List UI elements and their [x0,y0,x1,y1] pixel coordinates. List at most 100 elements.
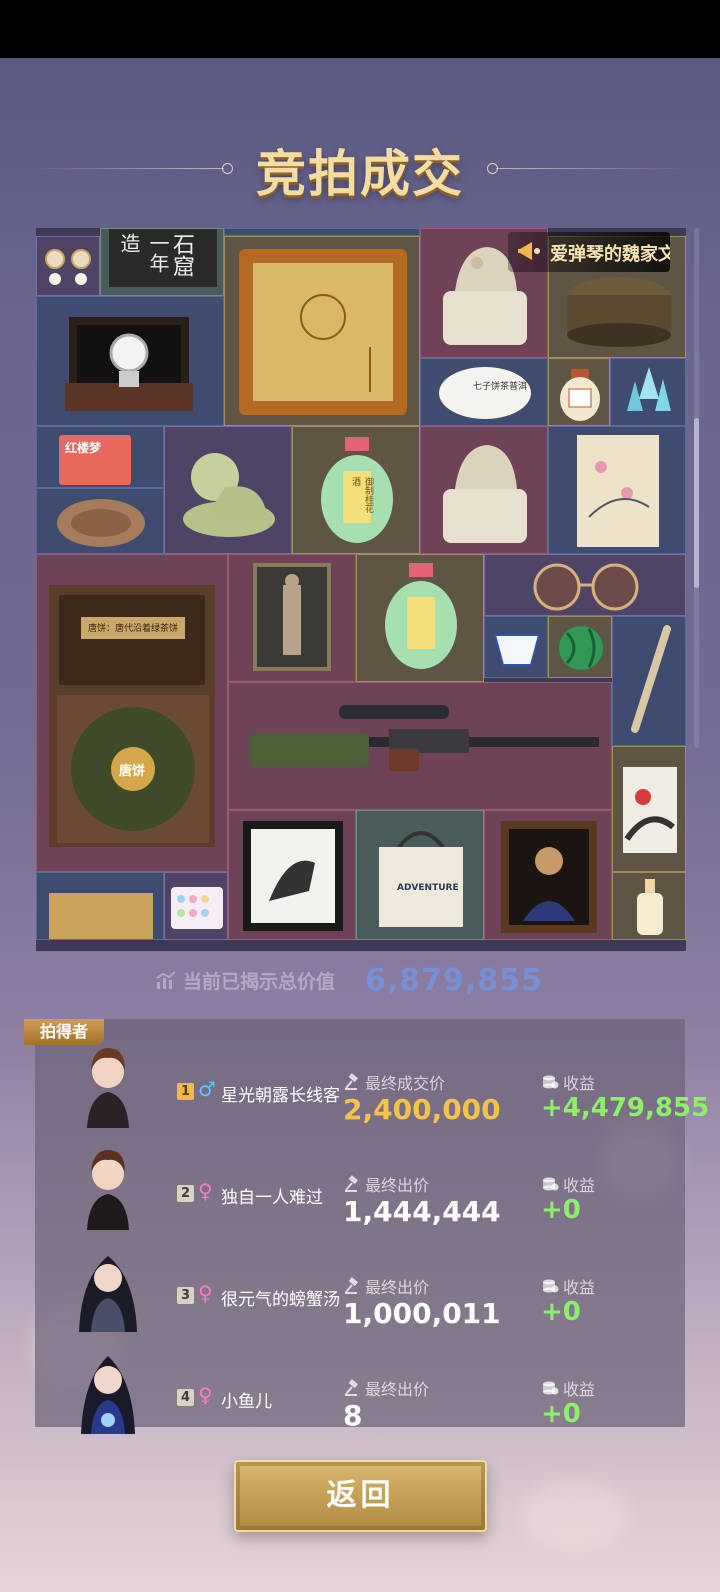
bidder-name: 星光朝露长线客 [221,1086,340,1106]
item-court-scroll[interactable] [36,872,164,940]
horse-painting-icon [243,821,343,931]
item-tote-bag[interactable]: ADVENTURE [356,810,484,940]
final-price: 8 [343,1399,363,1432]
gain-label: 收益 [541,1376,595,1400]
earrings-icon [45,249,91,285]
price-label: 最终出价 [343,1172,429,1196]
coins-icon [543,1381,559,1395]
gain-label: 收益 [541,1274,595,1298]
statue-frame-icon [253,563,331,671]
item-horse-painting[interactable] [228,810,356,940]
gain-label-text: 收益 [563,1074,596,1093]
tote-bag-icon [379,831,463,927]
item-stone-inscription[interactable]: 一年造 石窟 [100,228,224,296]
item-sniper-rifle[interactable] [228,682,612,810]
item-landscape-scroll[interactable] [612,746,686,872]
item-luxury-watch[interactable] [36,296,224,426]
item-statue-painting[interactable] [228,554,356,682]
page-title: 竞拍成交 [256,144,464,203]
gain-label-text: 收益 [563,1176,596,1195]
tote-label: ADVENTURE [397,883,459,893]
final-price: 2,400,000 [343,1093,501,1126]
total-value-amount: 6,879,855 [365,962,543,998]
gain-value: +0 [541,1297,581,1327]
item-liquor-bottle[interactable] [612,872,686,940]
bidder-row[interactable]: 1 ♂ 星光朝露长线客 最终成交价 2,400,000 收益 +4,479,85… [35,1028,709,1128]
item-ceramic-jar[interactable] [548,358,610,426]
item-comic-box[interactable]: 红楼梦 [36,426,164,488]
sunglasses-icon [533,563,639,611]
avatar [81,1356,135,1434]
item-portrait-painting[interactable] [484,810,612,940]
gain-value: +0 [541,1399,581,1429]
item-earrings[interactable] [36,236,100,296]
avatar [87,1048,129,1128]
gain-value: +4,479,855 [541,1093,710,1123]
gender-female-icon: ♀ [198,1179,213,1203]
coins-icon [543,1279,559,1293]
gavel-icon [345,1073,358,1090]
fossil-icon [57,499,145,547]
item-jade-dragon-seal-2[interactable] [420,426,548,554]
bokeh-light [520,1480,630,1550]
grid-scroll-thumb[interactable] [694,418,699,588]
grid-scrollbar[interactable] [694,228,699,748]
bottle-icon [637,879,663,935]
bidder-row[interactable]: 2 ♀ 独自一人难过 最终出价 1,444,444 收益 +0 [35,1130,685,1230]
item-jade-watermelon[interactable] [548,616,612,678]
tea-disc-label: 七子饼茶普洱 [473,382,528,392]
jade-lion-icon [183,453,275,537]
item-osmanthus-wine-2[interactable] [356,554,484,682]
bidder-name: 很元气的螃蟹汤 [221,1290,340,1310]
bidder-row[interactable]: 3 ♀ 很元气的螃蟹汤 最终出价 1,000,011 收益 +0 [35,1232,685,1332]
item-crystal[interactable] [610,358,686,426]
price-label-text: 最终出价 [365,1176,430,1195]
total-value-row: 当前已揭示总价值 6,879,855 [155,960,543,1000]
item-jade-lion[interactable] [164,426,292,554]
item-puer-tea-disc[interactable]: 七子饼茶普洱 [420,358,548,426]
tea-cake-label: 唐饼 [119,764,146,779]
gain-label-text: 收益 [563,1278,596,1297]
total-value-label: 当前已揭示总价值 [183,970,336,993]
scroll-painting-icon [623,767,677,853]
price-label: 最终出价 [343,1376,429,1400]
item-press-on-nails[interactable] [164,872,228,940]
auction-item-grid[interactable]: 一年造 石窟 七子饼茶普洱 红楼梦 御制桂花酒 唐饼：唐代沿着绿茶饼 唐饼 AD… [36,228,686,951]
wine-jar-icon [385,563,457,669]
title-area: 竞拍成交 [0,128,720,208]
scroll-icon [49,893,153,939]
return-button[interactable]: 返回 [234,1460,487,1532]
crystal-icon [627,367,671,411]
item-osmanthus-wine[interactable]: 御制桂花酒 [292,426,420,554]
rifle-icon [249,705,599,771]
gavel-icon [345,1175,358,1192]
inscription-right-text: 石窟 [169,233,194,277]
gain-label: 收益 [541,1070,595,1094]
bidder-row[interactable]: 4 ♀ 小鱼儿 最终出价 8 收益 +0 [35,1334,685,1434]
jar-icon [560,369,600,421]
flute-icon [631,625,671,733]
title-divider-right [496,168,686,169]
item-cell-partial[interactable] [224,228,420,236]
comic-box-label: 红楼梦 [65,441,102,455]
status-bar [0,0,720,58]
rank-badge: 3 [177,1287,194,1304]
bidder-name: 小鱼儿 [221,1392,272,1412]
wine-label: 御制桂花酒 [350,477,373,513]
item-porcelain-cup[interactable] [484,616,548,678]
avatar [87,1150,129,1230]
item-golden-frame[interactable] [224,236,420,426]
watch-box-icon [65,317,193,411]
final-price: 1,000,011 [343,1297,501,1330]
coins-icon [543,1075,559,1089]
price-label: 最终成交价 [343,1070,445,1094]
item-bird-painting[interactable] [548,426,686,554]
coins-icon [543,1177,559,1191]
tea-box-label: 唐饼：唐代沿着绿茶饼 [87,624,178,634]
item-bone-flute[interactable] [612,616,686,746]
item-tang-tea-cake[interactable]: 唐饼：唐代沿着绿茶饼 唐饼 [36,554,228,872]
watermelon-icon [559,626,603,670]
gender-female-icon: ♀ [198,1383,213,1407]
item-sunglasses[interactable] [484,554,686,616]
item-trilobite-fossil[interactable] [36,488,164,554]
